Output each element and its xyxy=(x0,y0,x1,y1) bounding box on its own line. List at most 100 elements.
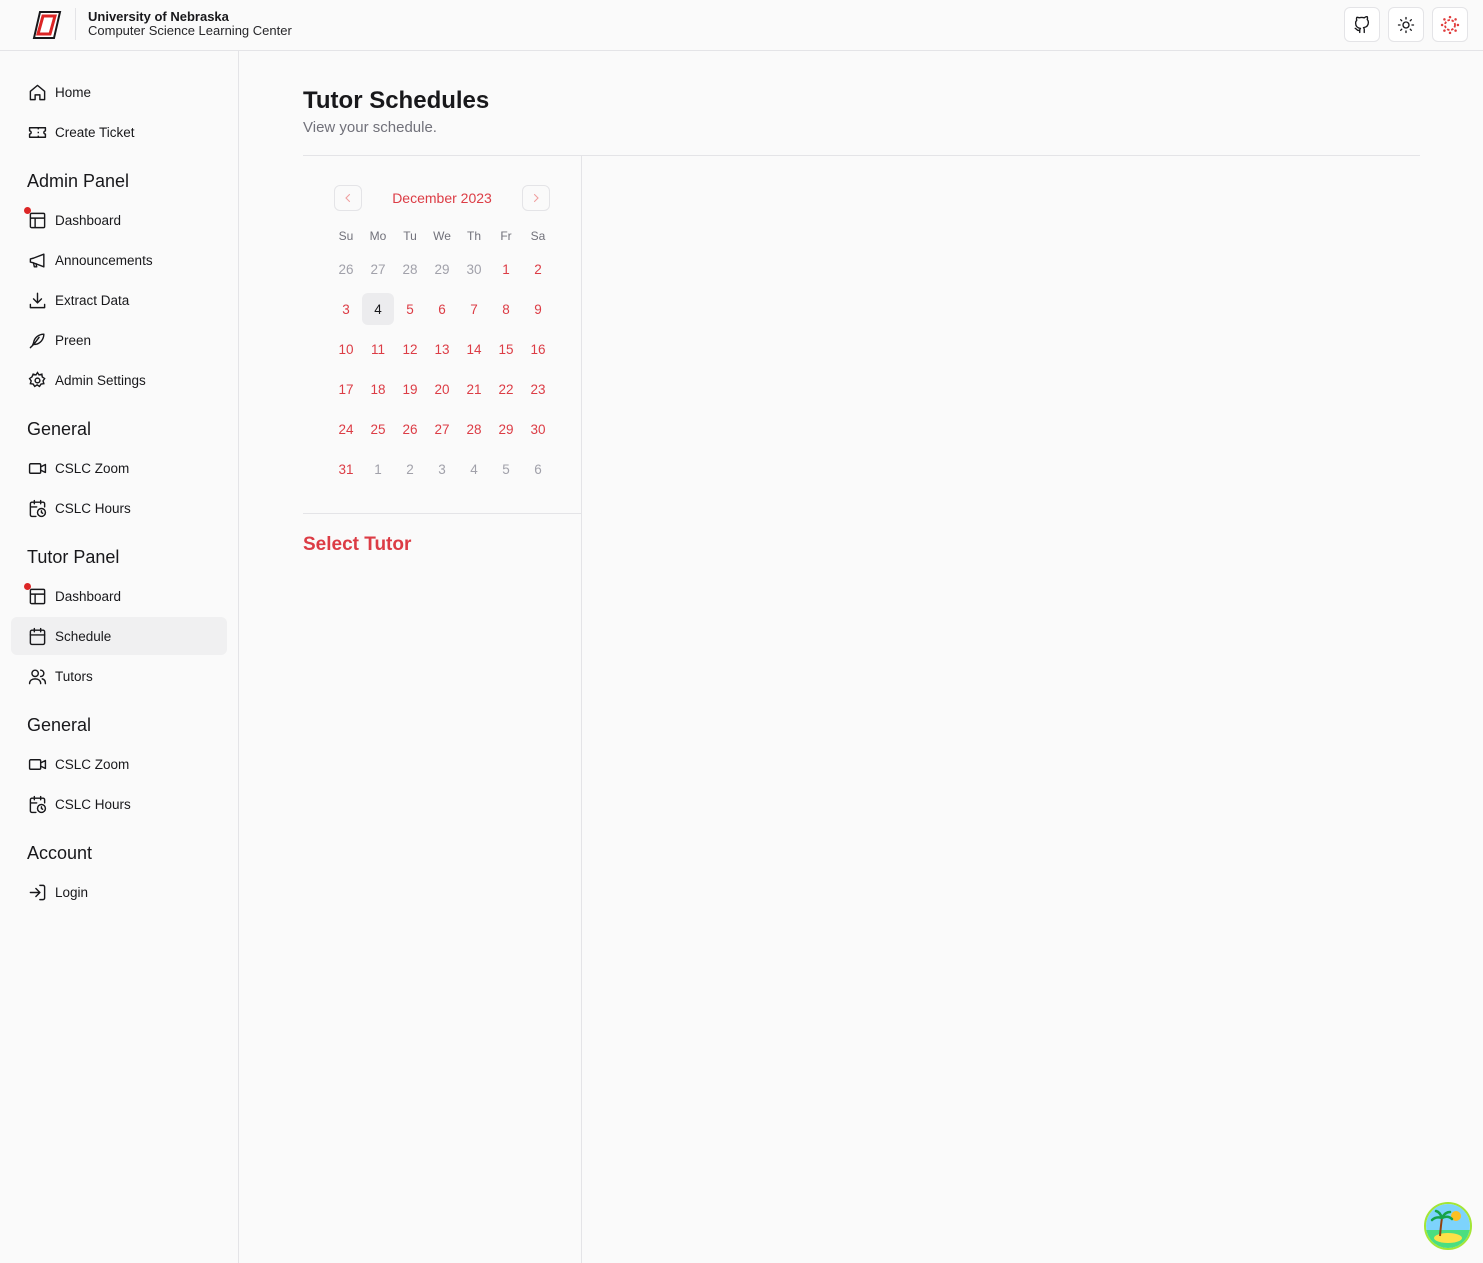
calendar-clock-icon xyxy=(27,794,47,814)
sidebar-item-tutors[interactable]: Tutors xyxy=(11,657,227,695)
brand-title: University of Nebraska xyxy=(88,9,229,24)
calendar-day[interactable]: 7 xyxy=(458,293,490,325)
sidebar-item-announcements[interactable]: Announcements xyxy=(11,241,227,279)
avatar[interactable] xyxy=(1424,1202,1472,1250)
sidebar-item-label: Create Ticket xyxy=(55,124,135,140)
gear-icon xyxy=(27,370,47,390)
sidebar-item-extract-data[interactable]: Extract Data xyxy=(11,281,227,319)
sidebar-item-label: Login xyxy=(55,884,89,900)
calendar-day-outside[interactable]: 29 xyxy=(426,253,458,285)
sidebar-item-tutor-dashboard[interactable]: Dashboard xyxy=(11,577,227,615)
sidebar-item-label: Admin Settings xyxy=(55,372,146,388)
brand-divider xyxy=(75,8,76,40)
github-icon xyxy=(1354,15,1370,33)
sidebar-item-admin-settings[interactable]: Admin Settings xyxy=(11,361,227,399)
calendar-day[interactable]: 8 xyxy=(490,293,522,325)
calendar-day-outside[interactable]: 2 xyxy=(394,453,426,485)
calendar-day[interactable]: 1 xyxy=(490,253,522,285)
calendar-day[interactable]: 19 xyxy=(394,373,426,405)
sidebar-item-label: CSLC Hours xyxy=(55,500,131,516)
theme-toggle-button[interactable] xyxy=(1388,7,1424,42)
select-tutor-heading[interactable]: Select Tutor xyxy=(303,534,411,556)
calendar-day[interactable]: 26 xyxy=(394,413,426,445)
sidebar-item-preen[interactable]: Preen xyxy=(11,321,227,359)
calendar-day[interactable]: 16 xyxy=(522,333,554,365)
calendar-day[interactable]: 20 xyxy=(426,373,458,405)
calendar-day[interactable]: 5 xyxy=(394,293,426,325)
weekday-label: Tu xyxy=(403,229,417,243)
sidebar-item-home[interactable]: Home xyxy=(11,73,227,111)
calendar-day-outside[interactable]: 27 xyxy=(362,253,394,285)
weekday-label: Mo xyxy=(369,229,387,243)
calendar-day[interactable]: 2 xyxy=(522,253,554,285)
video-icon xyxy=(27,754,47,774)
sidebar-item-label: Tutors xyxy=(55,668,93,684)
sidebar-item-schedule[interactable]: Schedule xyxy=(11,617,227,655)
chevron-right-icon xyxy=(533,193,539,203)
calendar-day-outside[interactable]: 5 xyxy=(490,453,522,485)
calendar-day[interactable]: 12 xyxy=(394,333,426,365)
sidebar-item-login[interactable]: Login xyxy=(11,873,227,911)
canvas-button[interactable] xyxy=(1432,7,1468,42)
calendar-day[interactable]: 21 xyxy=(458,373,490,405)
brand-subtitle: Computer Science Learning Center xyxy=(88,23,292,38)
calendar-day[interactable]: 24 xyxy=(330,413,362,445)
sidebar-item-label: CSLC Zoom xyxy=(55,460,130,476)
calendar-day-outside[interactable]: 28 xyxy=(394,253,426,285)
calendar-day[interactable]: 14 xyxy=(458,333,490,365)
calendar-day[interactable]: 22 xyxy=(490,373,522,405)
calendar-day[interactable]: 28 xyxy=(458,413,490,445)
ticket-icon xyxy=(27,122,47,142)
calendar-day[interactable]: 18 xyxy=(362,373,394,405)
login-icon xyxy=(27,882,47,902)
calendar-day[interactable]: 6 xyxy=(426,293,458,325)
beach-avatar-icon xyxy=(1426,1204,1470,1248)
dashboard-icon xyxy=(24,207,47,230)
sidebar-item-label: Dashboard xyxy=(55,588,122,604)
github-button[interactable] xyxy=(1344,7,1380,42)
sun-icon xyxy=(1397,16,1415,33)
calendar-day[interactable]: 23 xyxy=(522,373,554,405)
section-title-account: Account xyxy=(27,843,93,863)
dashboard-icon xyxy=(24,583,47,606)
calendar-day[interactable]: 29 xyxy=(490,413,522,445)
top-bar: University of Nebraska Computer Science … xyxy=(0,0,1483,51)
calendar-day[interactable]: 17 xyxy=(330,373,362,405)
calendar-day[interactable]: 9 xyxy=(522,293,554,325)
calendar-day-outside[interactable]: 1 xyxy=(362,453,394,485)
weekday-label: Fr xyxy=(500,229,512,243)
sidebar-item-cslc-zoom[interactable]: CSLC Zoom xyxy=(11,745,227,783)
calendar-day-outside[interactable]: 30 xyxy=(458,253,490,285)
calendar-day[interactable]: 31 xyxy=(330,453,362,485)
calendar-day[interactable]: 11 xyxy=(362,333,394,365)
calendar-day[interactable]: 15 xyxy=(490,333,522,365)
calendar-day[interactable]: 13 xyxy=(426,333,458,365)
calendar-day-today[interactable]: 4 xyxy=(362,293,394,325)
calendar-day[interactable]: 3 xyxy=(330,293,362,325)
calendar-divider xyxy=(303,513,581,514)
sidebar-item-cslc-hours[interactable]: CSLC Hours xyxy=(11,785,227,823)
weekday-label: We xyxy=(433,229,451,243)
calendar-next-button[interactable] xyxy=(522,185,550,211)
sidebar-item-create-ticket[interactable]: Create Ticket xyxy=(11,113,227,151)
weekday-label: Th xyxy=(466,229,481,243)
calendar-day[interactable]: 27 xyxy=(426,413,458,445)
calendar-day[interactable]: 30 xyxy=(522,413,554,445)
sidebar-item-admin-dashboard[interactable]: Dashboard xyxy=(11,201,227,239)
calendar-day-outside[interactable]: 6 xyxy=(522,453,554,485)
page-subtitle: View your schedule. xyxy=(303,119,437,136)
notification-dot xyxy=(24,207,31,214)
calendar-day[interactable]: 10 xyxy=(330,333,362,365)
calendar-prev-button[interactable] xyxy=(334,185,362,211)
calendar-day-outside[interactable]: 26 xyxy=(330,253,362,285)
sidebar-item-label: CSLC Hours xyxy=(55,796,131,812)
sidebar-item-cslc-zoom[interactable]: CSLC Zoom xyxy=(11,449,227,487)
university-logo[interactable] xyxy=(30,9,64,41)
calendar-day-outside[interactable]: 4 xyxy=(458,453,490,485)
calendar-clock-icon xyxy=(27,498,47,518)
download-icon xyxy=(27,290,47,310)
calendar-day[interactable]: 25 xyxy=(362,413,394,445)
calendar-day-outside[interactable]: 3 xyxy=(426,453,458,485)
video-icon xyxy=(27,458,47,478)
sidebar-item-cslc-hours[interactable]: CSLC Hours xyxy=(11,489,227,527)
